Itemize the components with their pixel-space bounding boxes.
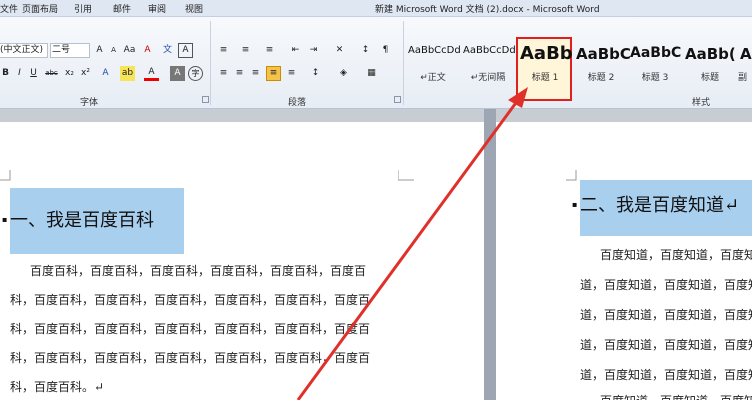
page-gap <box>484 109 496 400</box>
style-name: 标题 3 <box>641 73 669 83</box>
phonetic-guide-button[interactable]: 文 <box>160 43 175 58</box>
bullets-button[interactable]: ≡ <box>216 43 231 58</box>
style-no-spacing[interactable]: AaBbCcDd ↵无间隔 <box>461 39 516 99</box>
text-effects-button[interactable]: A <box>98 66 113 81</box>
style-preview: AaBb <box>520 43 573 64</box>
underline-button[interactable]: U <box>26 66 41 81</box>
style-name: ↵无间隔 <box>470 73 506 83</box>
tab-view[interactable]: 视图 <box>185 2 203 15</box>
body-line[interactable]: 科，百度百科。↵ <box>10 378 210 395</box>
tab-references[interactable]: 引用 <box>74 2 92 15</box>
style-heading-1[interactable]: AaBb 标题 1 <box>516 37 573 101</box>
char-border-button[interactable]: A <box>178 43 193 58</box>
tab-mailings[interactable]: 邮件 <box>113 2 131 15</box>
body-line[interactable]: 百度百科，百度百科，百度百科，百度百科，百度百科，百度百 <box>30 262 402 279</box>
strikethrough-button[interactable]: abc <box>44 66 59 81</box>
tab-file[interactable]: 文件 <box>0 2 18 15</box>
body-line[interactable]: 科，百度百科，百度百科，百度百科，百度百科，百度百科，百度百 <box>10 349 402 366</box>
style-preview: A <box>740 45 752 63</box>
body-line[interactable]: 百度知道，百度知道，百度知 <box>600 246 752 263</box>
shading-button[interactable]: ◈ <box>336 66 351 81</box>
borders-button[interactable]: ▦ <box>364 66 379 81</box>
chinese-layout-button[interactable]: ✕ <box>332 43 347 58</box>
tab-page-layout[interactable]: 页面布局 <box>22 2 58 15</box>
style-name: 标题 <box>700 73 719 83</box>
body-line[interactable]: 科，百度百科，百度百科，百度百科，百度百科，百度百科，百度百 <box>10 320 402 337</box>
paragraph-mark-icon: ▪ <box>2 215 8 224</box>
distributed-button[interactable]: ≡ <box>284 66 299 81</box>
paragraph-mark-icon: ▪ <box>572 200 578 209</box>
style-name: ↵正文 <box>420 73 446 83</box>
style-preview: AaBbC <box>630 45 682 61</box>
style-name: 副 <box>738 73 748 83</box>
line-spacing-button[interactable]: ↕ <box>308 66 323 81</box>
style-subtitle[interactable]: A 副 <box>738 39 752 99</box>
body-line[interactable]: 道，百度知道，百度知道，百度知 <box>580 366 752 383</box>
style-preview: AaBbC <box>576 45 631 63</box>
font-color-button[interactable]: A <box>144 66 159 81</box>
body-line[interactable]: 道，百度知道，百度知道，百度知 <box>580 306 752 323</box>
font-dialog-launcher[interactable] <box>202 96 209 103</box>
style-preview: AaBbCcDd <box>463 45 516 56</box>
font-name-combo[interactable]: (中文正文) <box>0 43 48 58</box>
body-line[interactable]: 科，百度百科，百度百科，百度百科，百度百科，百度百科，百度百 <box>10 291 402 308</box>
increase-indent-button[interactable]: ⇥ <box>306 43 321 58</box>
align-left-button[interactable]: ≡ <box>216 66 231 81</box>
italic-button[interactable]: I <box>12 66 27 81</box>
styles-group-label: 样式 <box>692 98 711 108</box>
enclose-char-button[interactable]: 字 <box>188 66 203 81</box>
heading-1-text[interactable]: 一、我是百度百科 <box>10 188 184 254</box>
style-normal[interactable]: AaBbCcDd ↵正文 <box>406 39 461 99</box>
heading-2-text[interactable]: 二、我是百度知道↵ <box>580 180 752 236</box>
style-preview: AaBbCcDd <box>408 45 461 56</box>
char-shading-button[interactable]: A <box>170 66 185 81</box>
change-case-button[interactable]: Aa <box>122 43 137 58</box>
title-bar: 文件 开始 插入 页面布局 引用 邮件 审阅 视图 新建 Microsoft W… <box>0 0 752 17</box>
style-preview: AaBb( <box>685 45 736 63</box>
crop-mark <box>0 170 11 181</box>
style-name: 标题 1 <box>531 73 559 83</box>
body-line[interactable]: 道，百度知道，百度知道，百度知 <box>580 276 752 293</box>
numbering-button[interactable]: ≡ <box>238 43 253 58</box>
highlight-button[interactable]: ab <box>120 66 135 81</box>
decrease-indent-button[interactable]: ⇤ <box>288 43 303 58</box>
style-name: 标题 2 <box>587 73 615 83</box>
body-line[interactable]: 百度知道，百度知道，百度知 <box>600 392 752 400</box>
style-heading-3[interactable]: AaBbC 标题 3 <box>628 39 682 99</box>
window-title: 新建 Microsoft Word 文档 (2).docx - Microsof… <box>375 5 600 15</box>
paragraph-group-label: 段落 <box>288 98 307 108</box>
center-button[interactable]: ≡ <box>232 66 247 81</box>
show-marks-button[interactable]: ¶ <box>378 43 393 58</box>
tab-review[interactable]: 审阅 <box>148 2 166 15</box>
group-separator <box>403 21 404 105</box>
crop-mark <box>398 170 414 181</box>
grow-font-button[interactable]: A <box>92 43 107 58</box>
group-separator <box>210 21 211 105</box>
multilevel-list-button[interactable]: ≡ <box>262 43 277 58</box>
clear-format-button[interactable]: A <box>140 43 155 58</box>
sort-button[interactable]: ↕ <box>358 43 373 58</box>
shrink-font-button[interactable]: A <box>106 43 121 58</box>
font-size-combo[interactable]: 二号 <box>50 43 90 58</box>
ribbon: (中文正文) 二号 A A Aa A 文 A B I U abc x₂ x² A… <box>0 17 752 109</box>
justify-button[interactable]: ≡ <box>266 66 281 81</box>
superscript-button[interactable]: x² <box>78 66 93 81</box>
style-heading-2[interactable]: AaBbC 标题 2 <box>574 39 631 99</box>
font-group-label: 字体 <box>80 98 99 108</box>
paragraph-dialog-launcher[interactable] <box>394 96 401 103</box>
subscript-button[interactable]: x₂ <box>62 66 77 81</box>
style-title[interactable]: AaBb( 标题 <box>683 39 737 99</box>
body-line[interactable]: 道，百度知道，百度知道，百度知 <box>580 336 752 353</box>
align-right-button[interactable]: ≡ <box>248 66 263 81</box>
